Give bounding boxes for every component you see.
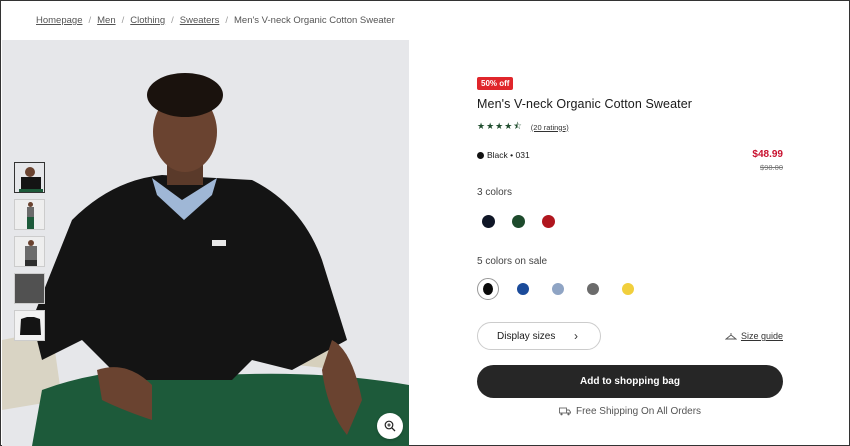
hanger-icon xyxy=(724,333,737,340)
display-sizes-button[interactable]: Display sizes › xyxy=(477,322,601,350)
shipping-info: Free Shipping On All Orders xyxy=(477,406,783,417)
breadcrumb-separator: / xyxy=(171,15,174,26)
breadcrumb-separator: / xyxy=(225,15,228,26)
colors-label: 3 colors xyxy=(477,187,513,198)
rating: ★★★★⯪ (20 ratings) xyxy=(477,119,783,135)
original-price: $98.00 xyxy=(760,163,783,172)
sale-color-swatches xyxy=(477,278,783,300)
chevron-right-icon: › xyxy=(574,329,578,343)
color-dot-icon xyxy=(477,152,484,159)
thumbnail-2[interactable] xyxy=(14,199,45,230)
star-rating-icon: ★★★★⯪ xyxy=(477,121,523,131)
breadcrumb-current: Men's V-neck Organic Cotton Sweater xyxy=(234,15,395,26)
sale-price: $48.99 xyxy=(752,149,783,160)
display-sizes-label: Display sizes xyxy=(497,330,556,342)
zoom-in-icon xyxy=(384,420,396,432)
discount-badge: 50% off xyxy=(477,77,514,90)
sizes-row: Display sizes › Size guide xyxy=(477,322,783,350)
breadcrumb-homepage[interactable]: Homepage xyxy=(36,15,82,26)
shipping-text: Free Shipping On All Orders xyxy=(575,406,702,417)
sale-color-swatch-yellow[interactable] xyxy=(622,283,634,295)
sale-color-swatch-grey[interactable] xyxy=(587,283,599,295)
size-guide-label: Size guide xyxy=(740,331,783,341)
breadcrumb-men[interactable]: Men xyxy=(97,15,115,26)
thumbnail-3[interactable] xyxy=(14,236,45,267)
breadcrumb-sweaters[interactable]: Sweaters xyxy=(180,15,220,26)
thumbnail-4[interactable] xyxy=(14,273,45,304)
sale-color-swatch-blue[interactable] xyxy=(517,283,529,295)
breadcrumb-separator: / xyxy=(88,15,92,26)
color-swatch-red[interactable] xyxy=(542,215,555,228)
variant-name: Black • 031 xyxy=(487,150,530,160)
product-title: Men's V-neck Organic Cotton Sweater xyxy=(477,97,693,111)
sale-color-swatch-light-blue[interactable] xyxy=(552,283,564,295)
ratings-link[interactable]: (20 ratings) xyxy=(531,123,569,132)
sale-color-swatch-black-selected[interactable] xyxy=(477,278,499,300)
zoom-button[interactable] xyxy=(377,413,403,439)
add-to-bag-button[interactable]: Add to shopping bag xyxy=(477,365,783,398)
color-swatch-green[interactable] xyxy=(512,215,525,228)
product-main-image[interactable] xyxy=(2,40,409,446)
thumbnail-list xyxy=(14,162,45,341)
color-swatches xyxy=(482,215,783,228)
variant-row: Black • 031 $48.99 $98.00 xyxy=(477,149,783,175)
thumbnail-5[interactable] xyxy=(14,310,45,341)
swatch-fill xyxy=(483,283,493,295)
thumbnail-1[interactable] xyxy=(14,162,45,193)
sale-colors-label: 5 colors on sale xyxy=(477,256,548,267)
breadcrumb: Homepage / Men / Clothing / Sweaters / M… xyxy=(36,15,395,26)
breadcrumb-clothing[interactable]: Clothing xyxy=(130,15,165,26)
size-guide-link[interactable]: Size guide xyxy=(724,331,783,341)
breadcrumb-separator: / xyxy=(121,15,125,26)
color-swatch-navy[interactable] xyxy=(482,215,495,228)
product-info: 50% off Men's V-neck Organic Cotton Swea… xyxy=(477,73,783,417)
truck-icon xyxy=(559,407,571,416)
